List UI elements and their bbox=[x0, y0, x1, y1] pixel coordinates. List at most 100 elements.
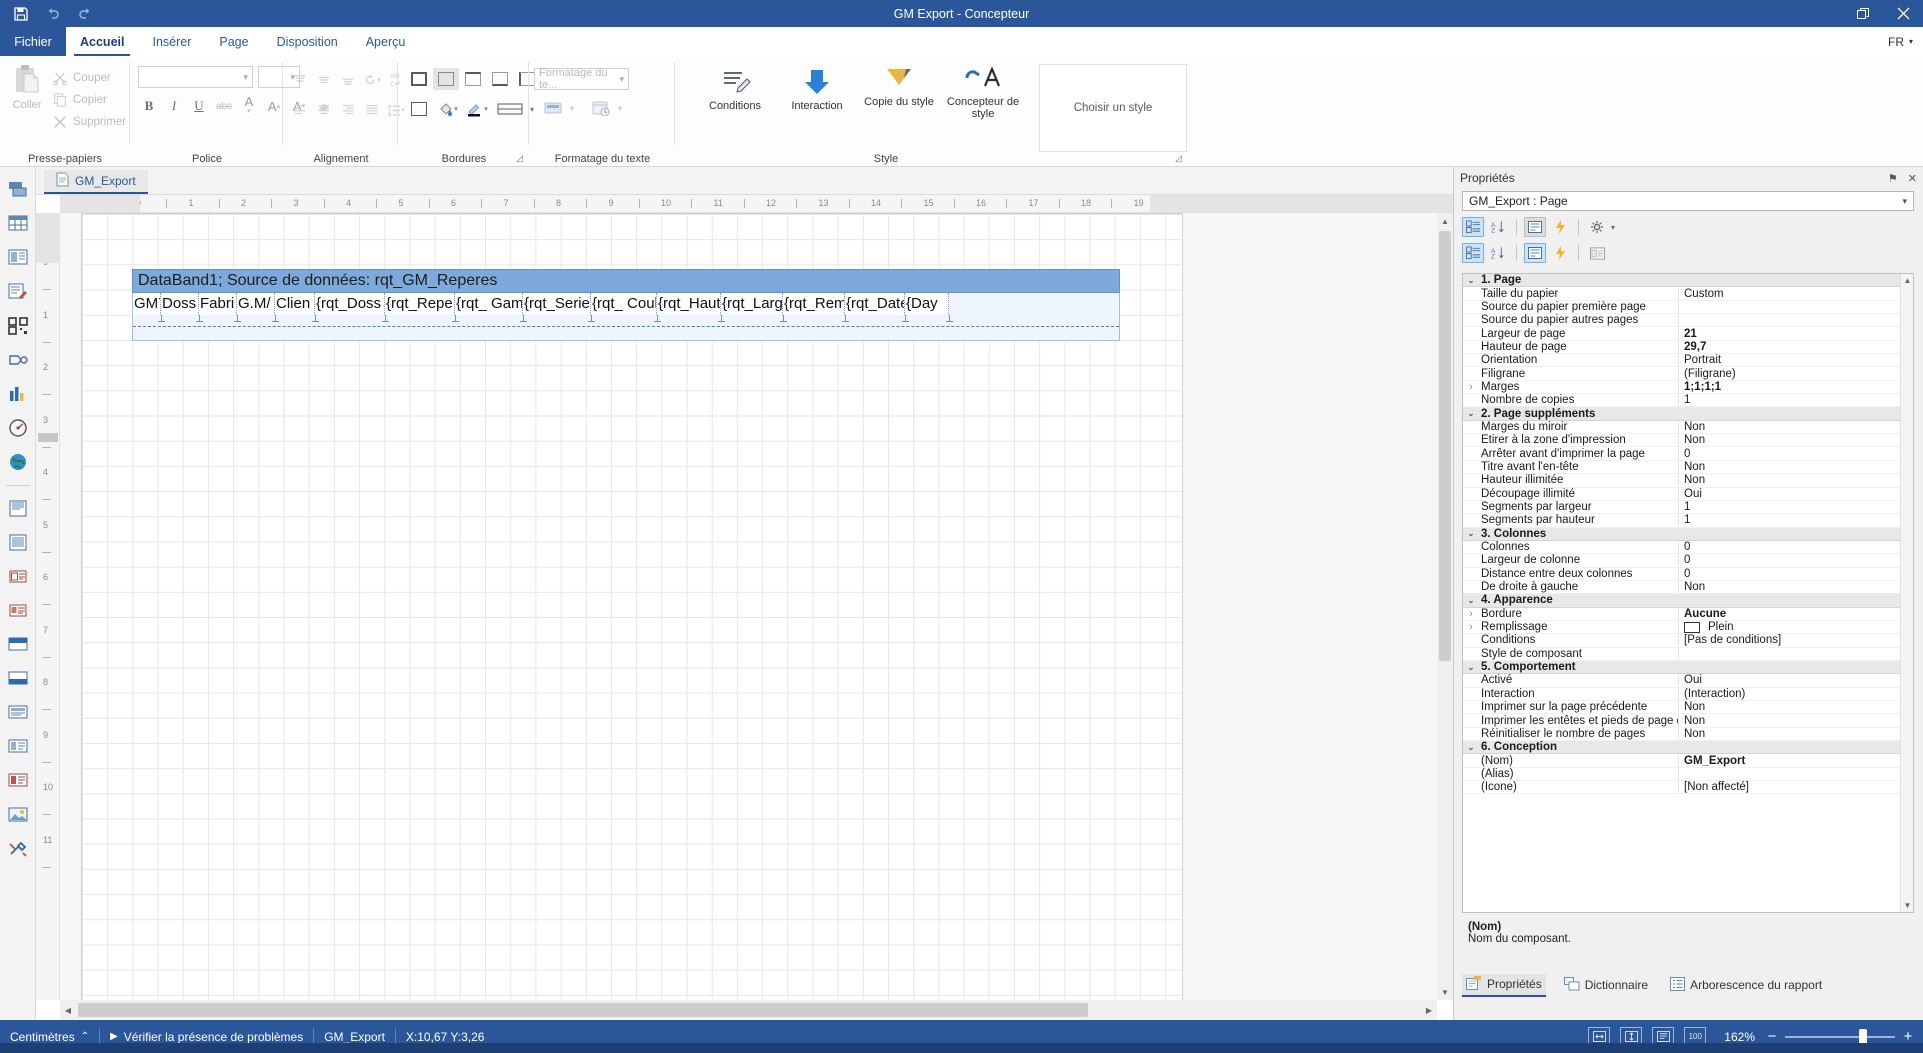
property-value[interactable]: Non bbox=[1679, 581, 1913, 593]
databand-cell[interactable]: {rqt_Repe bbox=[385, 293, 455, 315]
copy-style-button[interactable]: Copie du style bbox=[862, 64, 936, 108]
property-category-row[interactable]: ⌄ 1. Page bbox=[1463, 274, 1913, 288]
vertical-scroll-thumb[interactable] bbox=[1439, 231, 1451, 661]
text-box-icon[interactable] bbox=[3, 562, 33, 592]
save-icon[interactable] bbox=[12, 5, 30, 23]
scroll-up-arrow-icon[interactable]: ▲ bbox=[1901, 274, 1913, 287]
property-value[interactable]: 0 bbox=[1679, 554, 1913, 566]
property-row[interactable]: Distance entre deux colonnes 0 bbox=[1463, 567, 1913, 581]
property-category-row[interactable]: ⌄ 2. Page suppléments bbox=[1463, 407, 1913, 421]
chevron-right-icon[interactable]: › bbox=[1463, 381, 1479, 393]
border-color-icon[interactable]: ▾ bbox=[464, 99, 490, 119]
property-row[interactable]: Réinitialiser le nombre de pages Non bbox=[1463, 727, 1913, 742]
horizontal-scroll-thumb[interactable] bbox=[78, 1003, 1088, 1017]
property-row[interactable]: Taille du papier Custom bbox=[1463, 287, 1913, 301]
tab-fichier[interactable]: Fichier bbox=[0, 27, 66, 56]
property-row[interactable]: › Bordure Aucune bbox=[1463, 607, 1913, 621]
property-value[interactable]: [Non affecté] bbox=[1679, 781, 1913, 793]
properties-grid-scrollbar[interactable]: ▲ ▼ bbox=[1900, 274, 1913, 912]
events-icon[interactable] bbox=[1549, 243, 1571, 263]
property-value[interactable]: 29,7 bbox=[1679, 341, 1913, 353]
gauge-icon[interactable] bbox=[3, 413, 33, 443]
property-value[interactable]: Plein bbox=[1679, 621, 1913, 633]
property-value[interactable]: [Pas de conditions] bbox=[1679, 634, 1913, 646]
property-row[interactable]: Largeur de colonne 0 bbox=[1463, 554, 1913, 568]
align-bottom-icon[interactable] bbox=[337, 70, 359, 90]
tab-proprietes[interactable]: Propriétés bbox=[1462, 973, 1546, 997]
tab-page[interactable]: Page bbox=[205, 27, 262, 56]
alphabetical-icon[interactable]: AZ bbox=[1487, 217, 1509, 237]
italic-button[interactable]: I bbox=[163, 96, 185, 116]
chevron-down-icon[interactable]: ⌄ bbox=[1463, 529, 1479, 538]
property-row[interactable]: › Marges 1;1;1;1 bbox=[1463, 380, 1913, 395]
page-header-icon[interactable] bbox=[3, 494, 33, 524]
databand-cell[interactable]: {rqt_Date bbox=[845, 293, 905, 315]
style-expand-icon[interactable]: ◿ bbox=[1175, 153, 1182, 164]
property-value[interactable]: 0 bbox=[1679, 541, 1913, 553]
settings-icon[interactable] bbox=[1586, 217, 1608, 237]
property-row[interactable]: Arrêter avant d'imprimer la page 0 bbox=[1463, 447, 1913, 461]
databand-cell[interactable]: {rqt_ Gam bbox=[455, 293, 523, 315]
databand-cell[interactable]: GM7 bbox=[133, 293, 161, 315]
property-row[interactable]: Filigrane (Filigrane) bbox=[1463, 367, 1913, 381]
property-row[interactable]: Segments par largeur 1 bbox=[1463, 501, 1913, 515]
scroll-up-arrow-icon[interactable]: ▲ bbox=[1437, 213, 1453, 229]
zoom-track[interactable] bbox=[1785, 1028, 1895, 1045]
align-left-icon[interactable] bbox=[289, 100, 311, 120]
property-value[interactable]: Non bbox=[1679, 701, 1913, 713]
color-swatch[interactable] bbox=[1684, 621, 1700, 633]
chevron-right-icon[interactable]: › bbox=[1463, 608, 1479, 620]
close-icon[interactable]: ✕ bbox=[1908, 172, 1917, 185]
property-value[interactable]: 1 bbox=[1679, 514, 1913, 526]
barcode-icon[interactable] bbox=[3, 311, 33, 341]
properties-icon[interactable] bbox=[1524, 243, 1546, 263]
chevron-down-icon[interactable]: ▾ bbox=[1611, 223, 1615, 232]
rich-text-icon[interactable] bbox=[3, 596, 33, 626]
property-value[interactable]: GM_Export bbox=[1679, 755, 1913, 767]
group-footer-icon[interactable] bbox=[3, 732, 33, 762]
align-middle-icon[interactable] bbox=[313, 70, 335, 90]
align-justify-icon[interactable] bbox=[361, 100, 383, 120]
bold-button[interactable]: B bbox=[138, 96, 160, 116]
property-row[interactable]: (Alias) bbox=[1463, 767, 1913, 782]
property-row[interactable]: De droite à gauche Non bbox=[1463, 581, 1913, 595]
report-canvas[interactable]: DataBand1; Source de données: rqt_GM_Rep… bbox=[60, 213, 1437, 1000]
property-row[interactable]: Titre avant l'en-tête Non bbox=[1463, 460, 1913, 475]
date-format-icon[interactable] bbox=[588, 98, 614, 118]
scroll-right-arrow-icon[interactable]: ▶ bbox=[1421, 1000, 1437, 1020]
property-value[interactable]: 0 bbox=[1679, 568, 1913, 580]
property-row[interactable]: Découpage illimité Oui bbox=[1463, 487, 1913, 501]
choose-style-box[interactable]: Choisir un style bbox=[1039, 64, 1187, 152]
property-row[interactable]: Hauteur de page 29,7 bbox=[1463, 340, 1913, 355]
databand-cell[interactable]: {rqt_ Coul bbox=[591, 293, 657, 315]
font-family-select[interactable]: ▾ bbox=[138, 66, 253, 88]
conditions-button[interactable]: Conditions bbox=[698, 64, 772, 113]
property-row[interactable]: › Remplissage Plein bbox=[1463, 621, 1913, 635]
property-row[interactable]: Activé Oui bbox=[1463, 674, 1913, 688]
property-value[interactable]: Aucune bbox=[1679, 608, 1913, 620]
strikethrough-button[interactable]: abc bbox=[213, 96, 235, 116]
alphabetical-icon[interactable]: AZ bbox=[1487, 243, 1509, 263]
map-icon[interactable] bbox=[3, 447, 33, 477]
align-right-icon[interactable] bbox=[337, 100, 359, 120]
databand-cell[interactable]: Doss bbox=[161, 293, 199, 315]
report-page[interactable]: DataBand1; Source de données: rqt_GM_Rep… bbox=[81, 213, 1183, 1000]
text-format-type-icon[interactable] bbox=[540, 98, 566, 118]
databand-header[interactable]: DataBand1; Source de données: rqt_GM_Rep… bbox=[132, 269, 1120, 293]
canvas-horizontal-scrollbar[interactable]: ◀ ▶ bbox=[60, 1000, 1437, 1020]
image-icon[interactable] bbox=[3, 800, 33, 830]
property-value[interactable]: Non bbox=[1679, 715, 1913, 727]
window-icon[interactable] bbox=[1586, 243, 1608, 263]
chevron-down-icon[interactable]: ⌄ bbox=[1463, 276, 1479, 285]
property-row[interactable]: Conditions [Pas de conditions] bbox=[1463, 634, 1913, 648]
align-center-icon[interactable] bbox=[313, 100, 335, 120]
databand-body[interactable]: GM7DossFabriG.M/Clien{rqt_Doss{rqt_Repe{… bbox=[132, 293, 1120, 341]
text-rotation-icon[interactable]: ▾ bbox=[361, 70, 383, 90]
chevron-down-icon[interactable]: ⌄ bbox=[1463, 409, 1479, 418]
panel-icon[interactable] bbox=[3, 243, 33, 273]
group-header-icon[interactable] bbox=[3, 698, 33, 728]
bordures-expand-icon[interactable]: ◿ bbox=[516, 153, 523, 164]
databand-cell[interactable]: {Day bbox=[905, 293, 949, 315]
border-bottom-button[interactable] bbox=[487, 68, 513, 90]
tab-inserer[interactable]: Insérer bbox=[138, 27, 205, 56]
